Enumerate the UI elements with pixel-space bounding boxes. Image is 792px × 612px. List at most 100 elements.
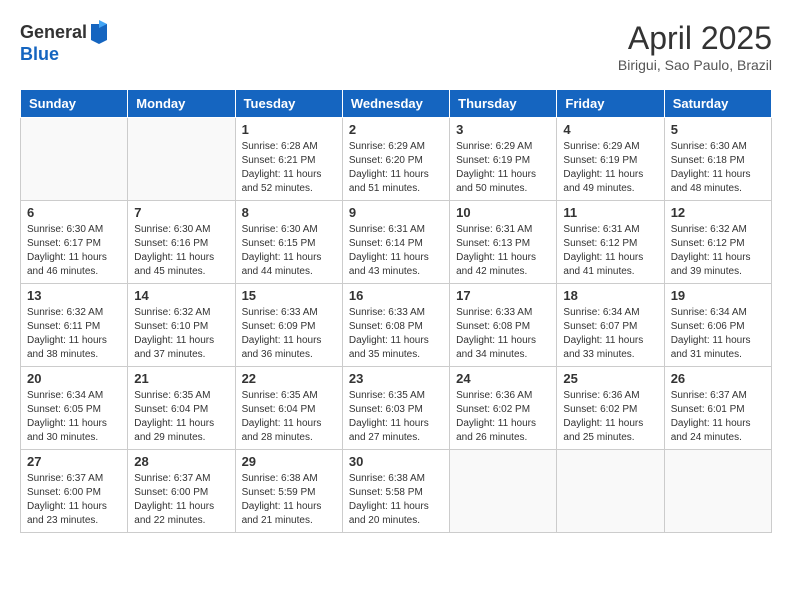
day-of-week-header: Saturday bbox=[664, 90, 771, 118]
logo-general-text: General bbox=[20, 22, 87, 43]
day-info: Sunrise: 6:33 AM Sunset: 6:08 PM Dayligh… bbox=[456, 306, 550, 362]
day-info: Sunrise: 6:29 AM Sunset: 6:19 PM Dayligh… bbox=[456, 140, 550, 196]
day-info: Sunrise: 6:37 AM Sunset: 6:00 PM Dayligh… bbox=[134, 472, 228, 528]
day-number: 23 bbox=[349, 371, 443, 386]
calendar-day-cell bbox=[450, 450, 557, 533]
day-info: Sunrise: 6:34 AM Sunset: 6:07 PM Dayligh… bbox=[563, 306, 657, 362]
day-of-week-header: Tuesday bbox=[235, 90, 342, 118]
calendar-day-cell: 23Sunrise: 6:35 AM Sunset: 6:03 PM Dayli… bbox=[342, 367, 449, 450]
day-number: 30 bbox=[349, 454, 443, 469]
calendar-day-cell: 13 Sunrise: 6:32 AM Sunset: 6:11 PM Dayli… bbox=[21, 284, 128, 367]
day-info: Sunrise: 6:36 AM Sunset: 6:02 PM Dayligh… bbox=[563, 389, 657, 445]
day-number: 20 bbox=[27, 371, 121, 386]
day-number: 12 bbox=[671, 205, 765, 220]
calendar-day-cell: 11 Sunrise: 6:31 AM Sunset: 6:12 PM Dayli… bbox=[557, 201, 664, 284]
calendar-day-cell: 21 Sunrise: 6:35 AM Sunset: 6:04 PM Dayli… bbox=[128, 367, 235, 450]
day-info: Sunrise: 6:32 AM Sunset: 6:10 PM Dayligh… bbox=[134, 306, 228, 362]
logo-blue-text: Blue bbox=[20, 44, 109, 65]
day-number: 21 bbox=[134, 371, 228, 386]
day-of-week-header: Thursday bbox=[450, 90, 557, 118]
calendar-week-row: 20 Sunrise: 6:34 AM Sunset: 6:05 PM Dayli… bbox=[21, 367, 772, 450]
day-number: 14 bbox=[134, 288, 228, 303]
calendar-day-cell: 2 Sunrise: 6:29 AM Sunset: 6:20 PM Daylig… bbox=[342, 118, 449, 201]
day-info: Sunrise: 6:32 AM Sunset: 6:11 PM Dayligh… bbox=[27, 306, 121, 362]
day-number: 10 bbox=[456, 205, 550, 220]
day-number: 13 bbox=[27, 288, 121, 303]
calendar-day-cell bbox=[664, 450, 771, 533]
day-info: Sunrise: 6:29 AM Sunset: 6:20 PM Dayligh… bbox=[349, 140, 443, 196]
calendar-day-cell bbox=[21, 118, 128, 201]
day-info: Sunrise: 6:34 AM Sunset: 6:05 PM Dayligh… bbox=[27, 389, 121, 445]
day-info: Sunrise: 6:29 AM Sunset: 6:19 PM Dayligh… bbox=[563, 140, 657, 196]
day-info: Sunrise: 6:36 AM Sunset: 6:02 PM Dayligh… bbox=[456, 389, 550, 445]
day-number: 25 bbox=[563, 371, 657, 386]
day-info: Sunrise: 6:30 AM Sunset: 6:17 PM Dayligh… bbox=[27, 223, 121, 279]
logo: General Blue bbox=[20, 20, 109, 65]
calendar-day-cell: 12 Sunrise: 6:32 AM Sunset: 6:12 PM Dayli… bbox=[664, 201, 771, 284]
day-of-week-header: Wednesday bbox=[342, 90, 449, 118]
day-number: 6 bbox=[27, 205, 121, 220]
calendar-day-cell: 29 Sunrise: 6:38 AM Sunset: 5:59 PM Dayli… bbox=[235, 450, 342, 533]
day-number: 29 bbox=[242, 454, 336, 469]
logo-icon bbox=[89, 20, 109, 44]
day-number: 16 bbox=[349, 288, 443, 303]
day-info: Sunrise: 6:30 AM Sunset: 6:16 PM Dayligh… bbox=[134, 223, 228, 279]
day-info: Sunrise: 6:34 AM Sunset: 6:06 PM Dayligh… bbox=[671, 306, 765, 362]
day-number: 1 bbox=[242, 122, 336, 137]
day-number: 7 bbox=[134, 205, 228, 220]
month-title: April 2025 bbox=[618, 20, 772, 57]
calendar-day-cell: 8Sunrise: 6:30 AM Sunset: 6:15 PM Daylig… bbox=[235, 201, 342, 284]
day-info: Sunrise: 6:35 AM Sunset: 6:04 PM Dayligh… bbox=[134, 389, 228, 445]
calendar-day-cell: 6 Sunrise: 6:30 AM Sunset: 6:17 PM Daylig… bbox=[21, 201, 128, 284]
title-block: April 2025 Birigui, Sao Paulo, Brazil bbox=[618, 20, 772, 73]
day-info: Sunrise: 6:33 AM Sunset: 6:09 PM Dayligh… bbox=[242, 306, 336, 362]
day-info: Sunrise: 6:37 AM Sunset: 6:00 PM Dayligh… bbox=[27, 472, 121, 528]
day-number: 18 bbox=[563, 288, 657, 303]
calendar-day-cell: 16 Sunrise: 6:33 AM Sunset: 6:08 PM Dayli… bbox=[342, 284, 449, 367]
day-number: 3 bbox=[456, 122, 550, 137]
calendar-week-row: 1Sunrise: 6:28 AM Sunset: 6:21 PM Daylig… bbox=[21, 118, 772, 201]
calendar-day-cell: 14 Sunrise: 6:32 AM Sunset: 6:10 PM Dayli… bbox=[128, 284, 235, 367]
calendar-week-row: 6 Sunrise: 6:30 AM Sunset: 6:17 PM Daylig… bbox=[21, 201, 772, 284]
day-info: Sunrise: 6:35 AM Sunset: 6:04 PM Dayligh… bbox=[242, 389, 336, 445]
calendar-day-cell: 1Sunrise: 6:28 AM Sunset: 6:21 PM Daylig… bbox=[235, 118, 342, 201]
calendar-week-row: 27Sunrise: 6:37 AM Sunset: 6:00 PM Dayli… bbox=[21, 450, 772, 533]
calendar-day-cell: 19 Sunrise: 6:34 AM Sunset: 6:06 PM Dayli… bbox=[664, 284, 771, 367]
calendar-day-cell: 9 Sunrise: 6:31 AM Sunset: 6:14 PM Daylig… bbox=[342, 201, 449, 284]
calendar-day-cell bbox=[128, 118, 235, 201]
day-of-week-header: Monday bbox=[128, 90, 235, 118]
day-number: 2 bbox=[349, 122, 443, 137]
calendar-day-cell: 27Sunrise: 6:37 AM Sunset: 6:00 PM Dayli… bbox=[21, 450, 128, 533]
day-number: 9 bbox=[349, 205, 443, 220]
day-of-week-header: Friday bbox=[557, 90, 664, 118]
calendar-day-cell: 5Sunrise: 6:30 AM Sunset: 6:18 PM Daylig… bbox=[664, 118, 771, 201]
day-info: Sunrise: 6:32 AM Sunset: 6:12 PM Dayligh… bbox=[671, 223, 765, 279]
calendar-day-cell: 18 Sunrise: 6:34 AM Sunset: 6:07 PM Dayli… bbox=[557, 284, 664, 367]
calendar-day-cell: 26 Sunrise: 6:37 AM Sunset: 6:01 PM Dayli… bbox=[664, 367, 771, 450]
day-info: Sunrise: 6:33 AM Sunset: 6:08 PM Dayligh… bbox=[349, 306, 443, 362]
calendar-header-row: SundayMondayTuesdayWednesdayThursdayFrid… bbox=[21, 90, 772, 118]
calendar-day-cell bbox=[557, 450, 664, 533]
day-number: 15 bbox=[242, 288, 336, 303]
day-info: Sunrise: 6:30 AM Sunset: 6:18 PM Dayligh… bbox=[671, 140, 765, 196]
day-info: Sunrise: 6:31 AM Sunset: 6:12 PM Dayligh… bbox=[563, 223, 657, 279]
day-info: Sunrise: 6:38 AM Sunset: 5:58 PM Dayligh… bbox=[349, 472, 443, 528]
day-number: 19 bbox=[671, 288, 765, 303]
day-info: Sunrise: 6:37 AM Sunset: 6:01 PM Dayligh… bbox=[671, 389, 765, 445]
calendar-day-cell: 28Sunrise: 6:37 AM Sunset: 6:00 PM Dayli… bbox=[128, 450, 235, 533]
calendar-day-cell: 4Sunrise: 6:29 AM Sunset: 6:19 PM Daylig… bbox=[557, 118, 664, 201]
page-header: General Blue April 2025 Birigui, Sao Pau… bbox=[20, 20, 772, 73]
day-number: 8 bbox=[242, 205, 336, 220]
calendar-day-cell: 15 Sunrise: 6:33 AM Sunset: 6:09 PM Dayli… bbox=[235, 284, 342, 367]
day-of-week-header: Sunday bbox=[21, 90, 128, 118]
day-info: Sunrise: 6:38 AM Sunset: 5:59 PM Dayligh… bbox=[242, 472, 336, 528]
day-number: 22 bbox=[242, 371, 336, 386]
day-info: Sunrise: 6:31 AM Sunset: 6:13 PM Dayligh… bbox=[456, 223, 550, 279]
location-subtitle: Birigui, Sao Paulo, Brazil bbox=[618, 57, 772, 73]
day-info: Sunrise: 6:31 AM Sunset: 6:14 PM Dayligh… bbox=[349, 223, 443, 279]
calendar-day-cell: 7 Sunrise: 6:30 AM Sunset: 6:16 PM Daylig… bbox=[128, 201, 235, 284]
day-number: 11 bbox=[563, 205, 657, 220]
day-number: 17 bbox=[456, 288, 550, 303]
day-number: 26 bbox=[671, 371, 765, 386]
calendar-table: SundayMondayTuesdayWednesdayThursdayFrid… bbox=[20, 89, 772, 533]
